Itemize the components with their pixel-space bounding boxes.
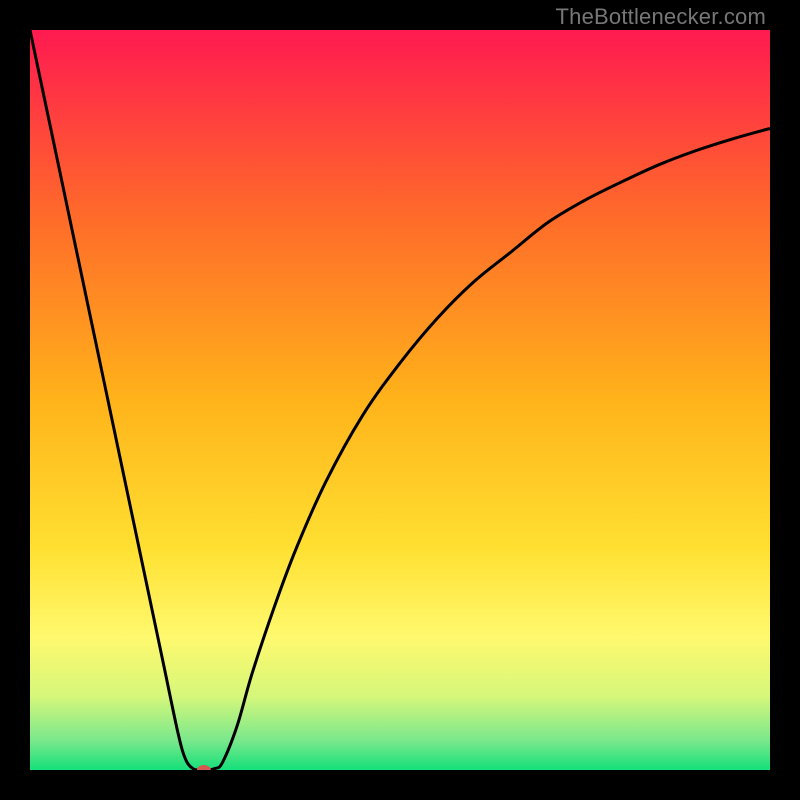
watermark-text: TheBottlenecker.com — [556, 4, 766, 30]
gradient-background — [30, 30, 770, 770]
bottleneck-chart — [30, 30, 770, 770]
chart-frame — [30, 30, 770, 770]
